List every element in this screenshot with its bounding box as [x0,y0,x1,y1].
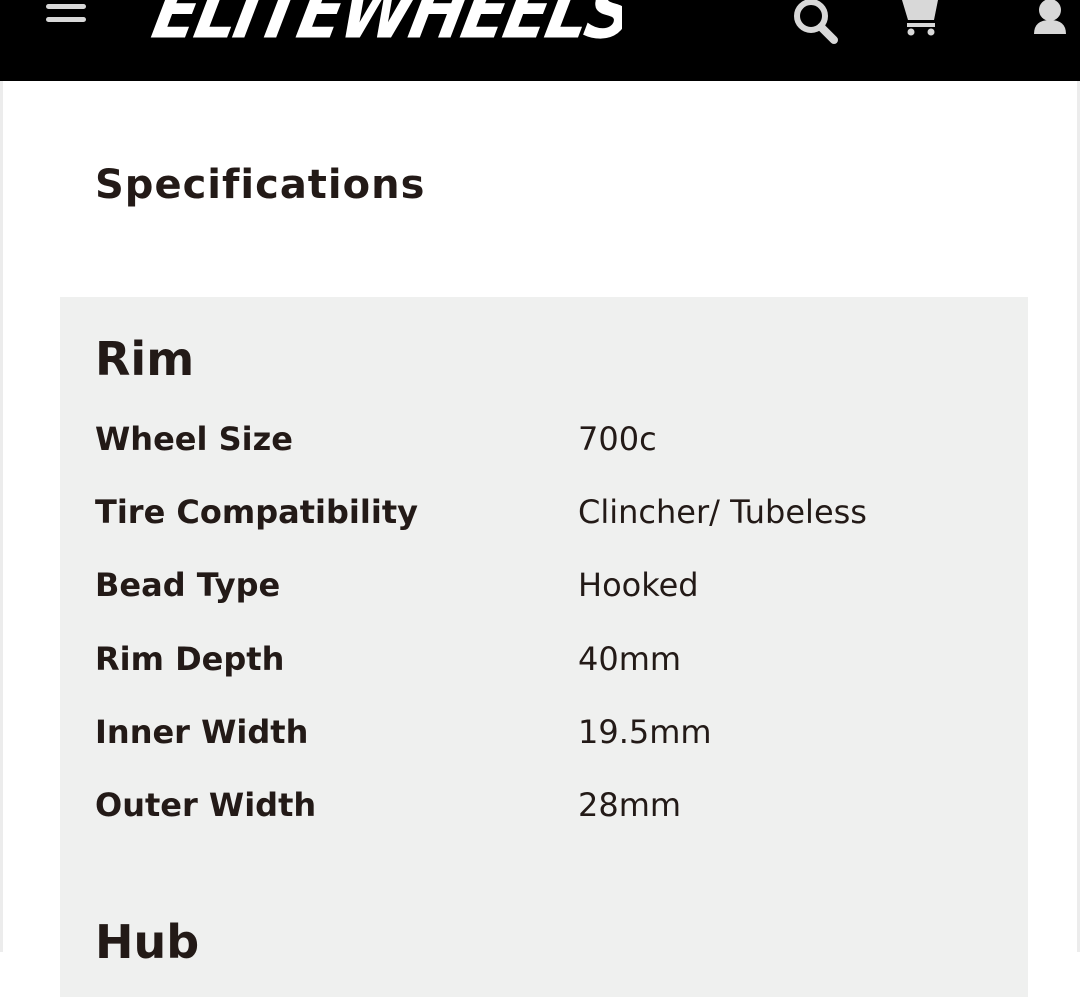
site-logo[interactable]: ELITEWHEELS [145,0,622,58]
specifications-panel: Rim Wheel Size 700c Tire Compatibility C… [60,297,1028,997]
spec-row-bead-type: Bead Type Hooked [95,565,995,605]
spec-row-rim-depth: Rim Depth 40mm [95,639,995,679]
hub-section-title: Hub [95,915,200,969]
rim-section-title: Rim [95,332,195,386]
search-icon[interactable] [792,0,840,46]
hamburger-menu-icon[interactable] [46,4,86,28]
spec-value: 700c [578,420,657,458]
spec-label: Outer Width [95,786,317,824]
spec-value: 19.5mm [578,713,712,751]
spec-row-tire-compatibility: Tire Compatibility Clincher/ Tubeless [95,492,995,532]
spec-value: 40mm [578,640,682,678]
user-icon[interactable] [1030,0,1070,38]
logo-text: ELITEWHEELS [145,0,622,56]
spec-label: Rim Depth [95,640,285,678]
shopping-cart-icon[interactable] [898,0,942,38]
spec-label: Inner Width [95,713,309,751]
spec-row-outer-width: Outer Width 28mm [95,785,995,825]
spec-value: Clincher/ Tubeless [578,493,867,531]
spec-row-inner-width: Inner Width 19.5mm [95,712,995,752]
product-page-content: Specifications Rim Wheel Size 700c Tire … [0,81,1080,997]
spec-value: 28mm [578,786,682,824]
site-header: ELITEWHEELS [0,0,1080,81]
spec-row-wheel-size: Wheel Size 700c [95,419,995,459]
spec-label: Wheel Size [95,420,293,458]
spec-label: Tire Compatibility [95,493,418,531]
spec-label: Bead Type [95,566,281,604]
spec-value: Hooked [578,566,699,604]
specifications-heading: Specifications [95,162,426,208]
